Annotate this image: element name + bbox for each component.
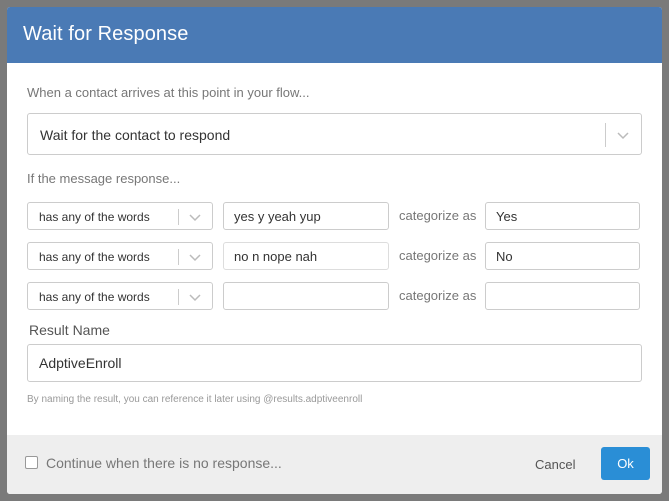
dialog-footer: Continue when there is no response... Ca… (7, 435, 662, 494)
rule-words-input[interactable] (223, 242, 389, 270)
result-hint-text: By naming the result, you can reference … (27, 394, 363, 405)
rule-operator-select[interactable]: has any of the words (27, 242, 213, 270)
rule-row: has any of the words categorize as (27, 242, 642, 270)
rule-category-input[interactable] (485, 282, 640, 310)
select-separator (178, 289, 179, 305)
rule-operator-value: has any of the words (39, 290, 150, 304)
action-select-value: Wait for the contact to respond (40, 127, 231, 143)
rule-category-input[interactable] (485, 242, 640, 270)
action-select[interactable]: Wait for the contact to respond (27, 113, 642, 155)
rule-row: has any of the words categorize as (27, 202, 642, 230)
rule-operator-select[interactable]: has any of the words (27, 202, 213, 230)
chevron-down-icon (617, 132, 629, 140)
intro-text: When a contact arrives at this point in … (27, 85, 310, 100)
select-separator (605, 123, 606, 147)
result-name-input[interactable] (27, 344, 642, 382)
select-separator (178, 249, 179, 265)
categorize-as-label: categorize as (399, 248, 477, 263)
rule-words-input[interactable] (223, 282, 389, 310)
wait-for-response-dialog: Wait for Response When a contact arrives… (7, 7, 662, 494)
rule-category-input[interactable] (485, 202, 640, 230)
ok-button[interactable]: Ok (601, 447, 650, 480)
categorize-as-label: categorize as (399, 288, 477, 303)
dialog-title: Wait for Response (7, 7, 662, 63)
select-separator (178, 209, 179, 225)
result-name-label: Result Name (29, 322, 110, 338)
continue-no-response-label[interactable]: Continue when there is no response... (46, 455, 282, 471)
chevron-down-icon (189, 214, 201, 222)
chevron-down-icon (189, 294, 201, 302)
chevron-down-icon (189, 254, 201, 262)
rule-operator-select[interactable]: has any of the words (27, 282, 213, 310)
rule-operator-value: has any of the words (39, 250, 150, 264)
rule-row: has any of the words categorize as (27, 282, 642, 310)
if-response-label: If the message response... (27, 171, 181, 186)
rule-words-input[interactable] (223, 202, 389, 230)
categorize-as-label: categorize as (399, 208, 477, 223)
continue-no-response-checkbox[interactable] (25, 456, 38, 469)
cancel-button[interactable]: Cancel (525, 449, 585, 479)
rule-operator-value: has any of the words (39, 210, 150, 224)
